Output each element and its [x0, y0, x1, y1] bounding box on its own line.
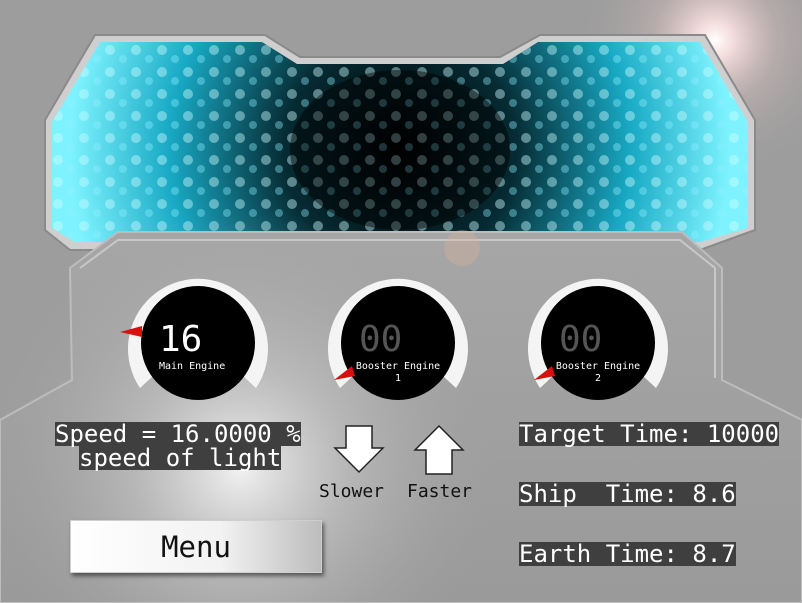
gauge-label: Booster Engine: [355, 361, 441, 372]
gauge-value: 00: [359, 319, 403, 360]
gauge-label-number: 2: [594, 373, 602, 384]
gauge-value: 00: [559, 319, 603, 360]
ship-time: Ship Time: 8.6: [519, 480, 736, 508]
gauge-main-engine: 16 Main Engine: [117, 262, 279, 424]
gauge-label: Main Engine: [159, 361, 226, 372]
speed-line-2: speed of light: [79, 444, 282, 472]
menu-button[interactable]: Menu: [70, 520, 322, 573]
speed-line-1: Speed = 16.0000 %: [55, 420, 301, 448]
gauge-booster-engine-2: 00 Booster Engine 2: [517, 262, 679, 424]
earth-time: Earth Time: 8.7: [519, 540, 736, 568]
arrow-up-icon[interactable]: [413, 424, 465, 476]
gauge-booster-engine-1: 00 Booster Engine 1: [317, 262, 479, 424]
gauge-label-number: 1: [394, 373, 402, 384]
gauge-label: Booster Engine: [555, 361, 641, 372]
game-screen: 16 Main Engine 00 Booster Engine 1 00 Bo…: [0, 0, 802, 603]
gauge-value: 16: [159, 319, 203, 360]
faster-button[interactable]: Faster: [407, 481, 472, 502]
target-time: Target Time: 10000: [519, 420, 780, 448]
slower-button[interactable]: Slower: [319, 481, 384, 502]
arrow-down-icon[interactable]: [333, 424, 385, 474]
